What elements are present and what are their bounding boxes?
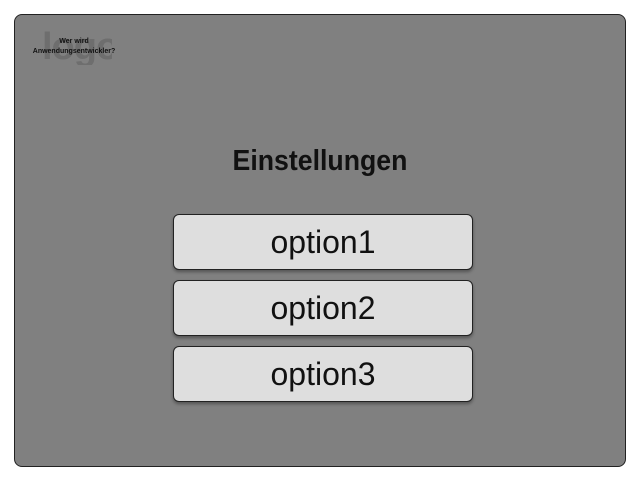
option2-button[interactable]: option2 xyxy=(173,280,473,336)
option3-button[interactable]: option3 xyxy=(173,346,473,402)
page-title: Einstellungen xyxy=(232,145,408,177)
caption-line-1: Wer wird xyxy=(59,38,89,45)
main-panel: logo Wer wird Anwendungsentwickler? Eins… xyxy=(14,14,626,467)
option1-button[interactable]: option1 xyxy=(173,214,473,270)
caption-line-2: Anwendungsentwickler? xyxy=(32,48,116,55)
app-caption: Wer wird Anwendungsentwickler? xyxy=(29,37,119,57)
